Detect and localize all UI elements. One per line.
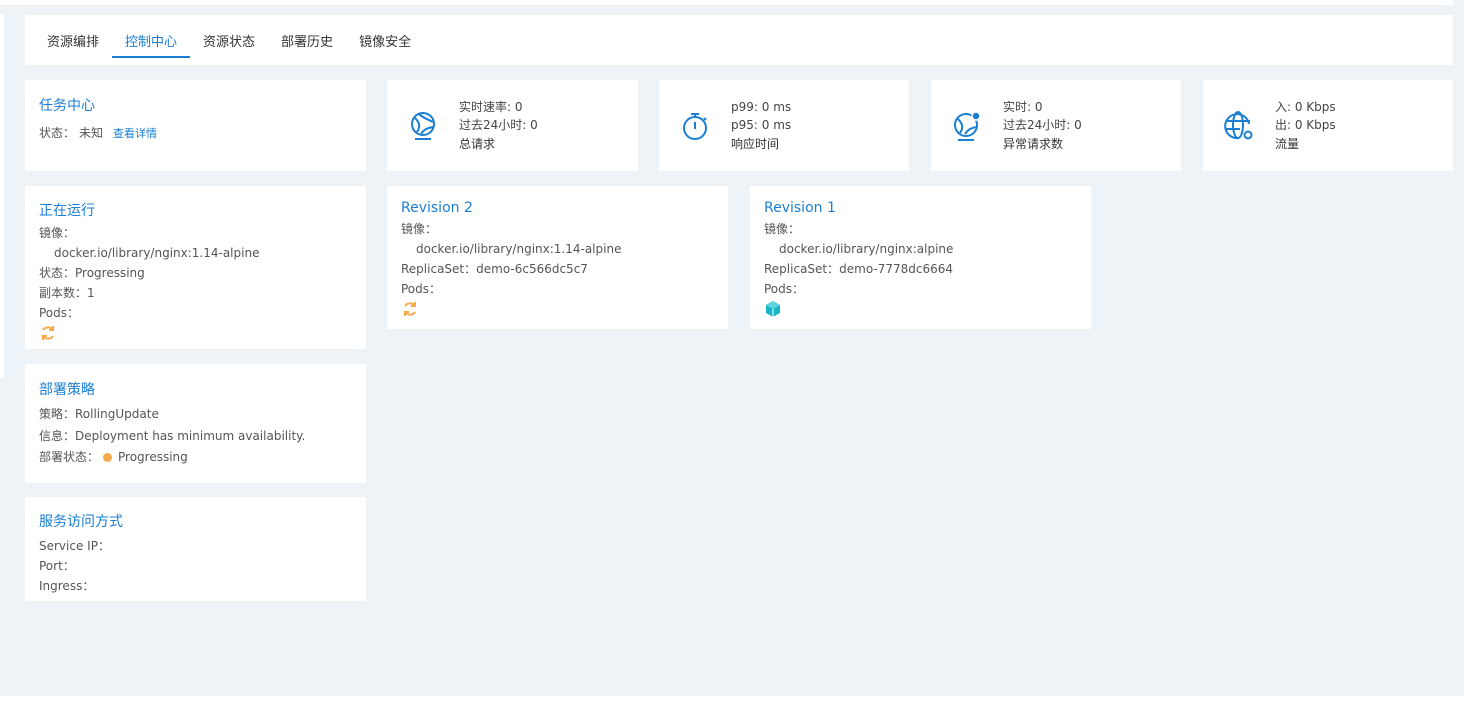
revision-1-card: Revision 1 镜像： docker.io/library/nginx:a…	[750, 186, 1091, 329]
pod-progressing-icon[interactable]	[401, 300, 419, 318]
service-access-card: 服务访问方式 Service IP： Port： Ingress：	[25, 497, 366, 601]
revision-1-image-value: docker.io/library/nginx:alpine	[779, 242, 954, 256]
traffic-label: 流量	[1275, 136, 1300, 151]
task-status-label: 状态：	[39, 126, 76, 140]
revision-1-title[interactable]: Revision 1	[764, 200, 1077, 216]
traffic-card: 入: 0 Kbps 出: 0 Kbps 流量	[1203, 80, 1453, 171]
globe-alert-icon	[954, 110, 981, 141]
revision-2-card: Revision 2 镜像： docker.io/library/nginx:1…	[387, 186, 728, 329]
running-status: 状态：Progressing	[39, 266, 145, 280]
revision-2-image-value: docker.io/library/nginx:1.14-alpine	[416, 242, 622, 256]
top-strip	[0, 0, 1453, 5]
strategy-type: 策略：RollingUpdate	[39, 407, 159, 421]
traffic-in: 入: 0 Kbps	[1275, 99, 1336, 114]
tab-control-center[interactable]: 控制中心	[112, 15, 191, 65]
service-port: Port：	[39, 559, 75, 573]
globe-icon	[411, 111, 435, 140]
tab-deploy-history[interactable]: 部署历史	[268, 15, 346, 65]
tab-resource-status[interactable]: 资源状态	[190, 15, 268, 65]
revision-1-image-label: 镜像：	[764, 222, 801, 236]
total-requests-card: 实时速率: 0 过去24小时: 0 总请求	[387, 80, 638, 171]
running-image-label: 镜像：	[39, 226, 76, 240]
running-image-value: docker.io/library/nginx:1.14-alpine	[54, 246, 260, 260]
running-card: 正在运行 镜像： docker.io/library/nginx:1.14-al…	[25, 186, 366, 349]
traffic-out: 出: 0 Kbps	[1275, 118, 1336, 133]
deploy-status-label: 部署状态：	[39, 450, 100, 464]
tab-bar: 资源编排 控制中心 资源状态 部署历史 镜像安全	[25, 15, 1453, 65]
pod-progressing-icon[interactable]	[39, 324, 57, 342]
task-center-card: 任务中心 状态： 未知 查看详情	[25, 80, 366, 171]
deploy-status-line: 部署状态： Progressing	[39, 447, 352, 467]
deploy-strategy-title: 部署策略	[39, 382, 95, 398]
total-requests-label: 总请求	[459, 136, 496, 151]
service-ingress: Ingress：	[39, 579, 95, 593]
error-requests-card: 实时: 0 过去24小时: 0 异常请求数	[931, 80, 1181, 171]
revision-1-replicaset: ReplicaSet：demo-7778dc6664	[764, 262, 954, 276]
error-requests-24h: 过去24小时: 0	[1003, 118, 1082, 133]
revision-2-pods-label: Pods：	[401, 282, 442, 296]
tab-resource-orchestration[interactable]: 资源编排	[34, 15, 112, 65]
task-status-line: 状态： 未知 查看详情	[39, 123, 352, 144]
service-ip: Service IP：	[39, 539, 110, 553]
revision-2-replicaset: ReplicaSet：demo-6c566dc5c7	[401, 262, 588, 276]
revision-1-pods-label: Pods：	[764, 282, 805, 296]
response-time-label: 响应时间	[731, 136, 780, 151]
pod-ready-cube-icon[interactable]	[764, 300, 782, 318]
total-requests-rate: 实时速率: 0	[459, 99, 523, 114]
error-requests-realtime: 实时: 0	[1003, 99, 1043, 114]
error-requests-label: 异常请求数	[1003, 136, 1064, 151]
response-p95: p95: 0 ms	[731, 118, 792, 133]
running-title: 正在运行	[39, 203, 95, 219]
strategy-info: 信息：Deployment has minimum availability.	[39, 429, 306, 443]
view-details-link[interactable]: 查看详情	[113, 127, 157, 140]
left-sidebar-edge	[0, 14, 4, 378]
deploy-status-value: Progressing	[118, 450, 188, 464]
stopwatch-icon	[683, 112, 707, 140]
revision-2-title[interactable]: Revision 2	[401, 200, 714, 216]
network-globe-icon	[1224, 110, 1253, 139]
response-p99: p99: 0 ms	[731, 99, 792, 114]
deploy-strategy-card: 部署策略 策略：RollingUpdate 信息：Deployment has …	[25, 364, 366, 483]
task-status-value: 未知	[79, 126, 104, 140]
running-replicas: 副本数：1	[39, 286, 95, 300]
status-dot	[103, 453, 113, 462]
tab-image-security[interactable]: 镜像安全	[346, 15, 424, 65]
revision-2-image-label: 镜像：	[401, 222, 438, 236]
task-center-title: 任务中心	[39, 98, 95, 114]
response-time-card: p99: 0 ms p95: 0 ms 响应时间	[659, 80, 909, 171]
service-access-title: 服务访问方式	[39, 514, 123, 530]
running-pods-label: Pods：	[39, 306, 80, 320]
total-requests-24h: 过去24小时: 0	[459, 118, 538, 133]
